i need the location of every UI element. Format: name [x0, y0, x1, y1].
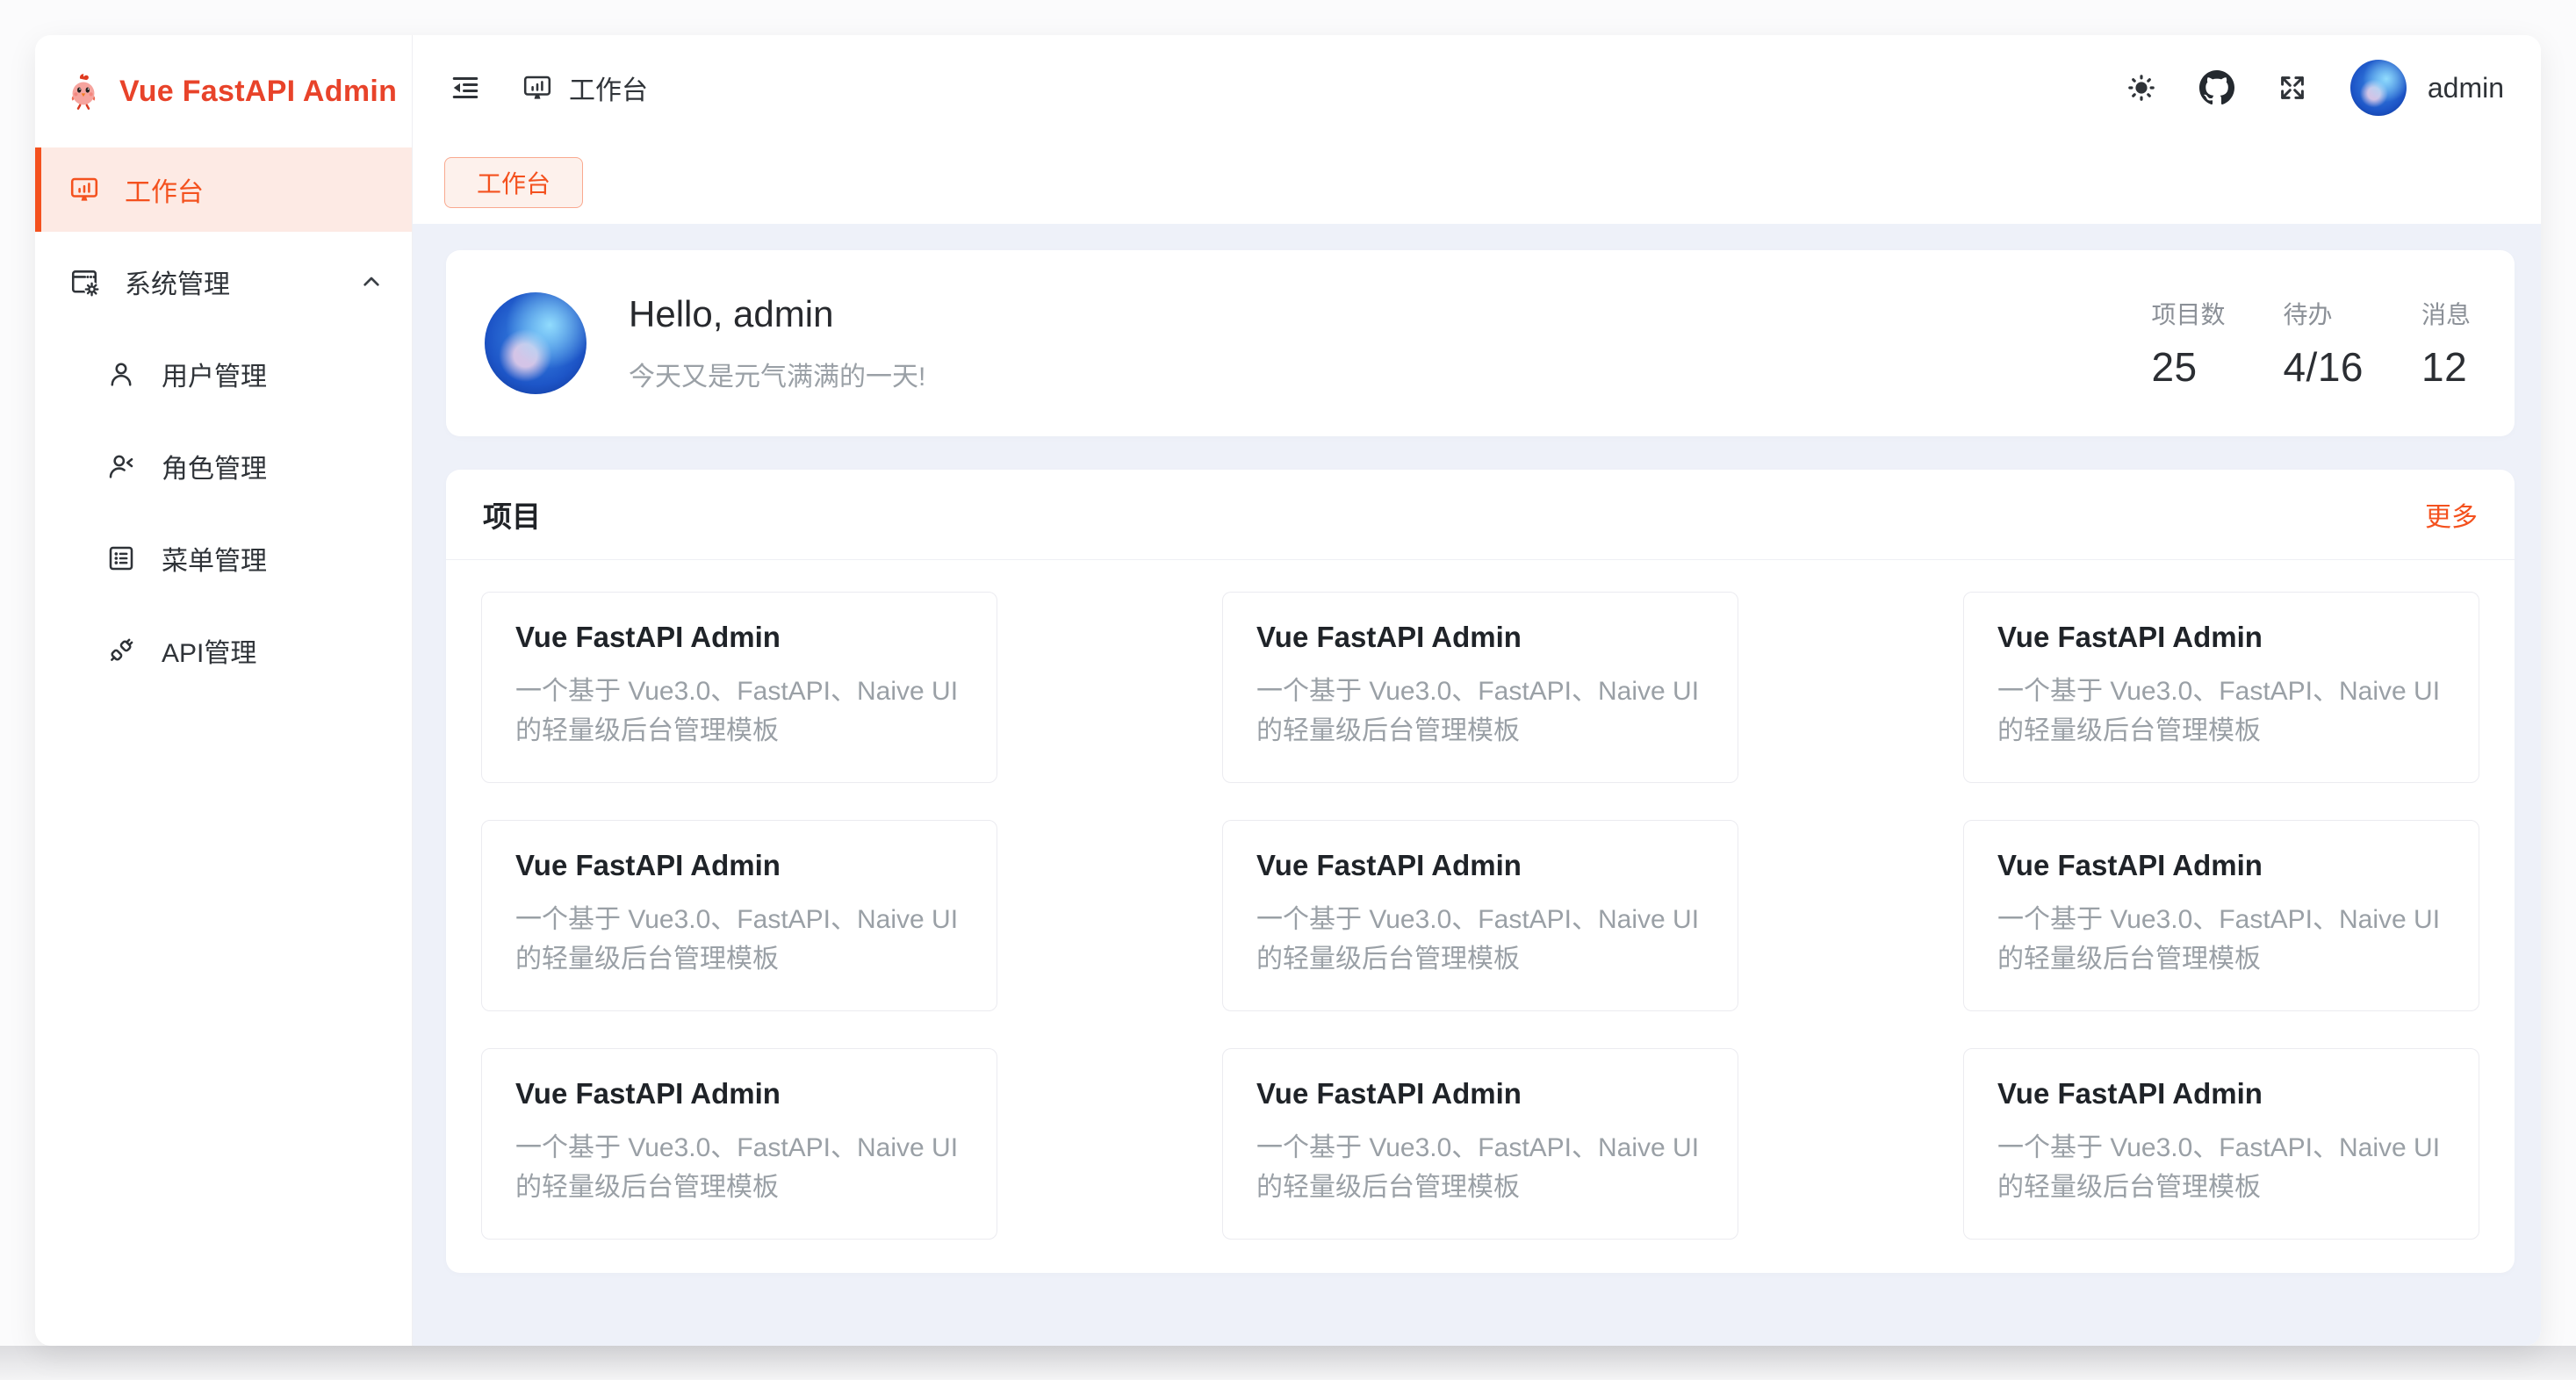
menu-list-icon	[105, 543, 137, 574]
projects-grid: Vue FastAPI Admin 一个基于 Vue3.0、FastAPI、Na…	[446, 560, 2515, 1271]
stat-label: 消息	[2421, 296, 2471, 331]
user-avatar[interactable]	[2350, 60, 2407, 116]
stat-messages: 消息 12	[2421, 296, 2471, 391]
system-settings-icon	[68, 266, 100, 298]
sidebar-collapse-button[interactable]	[450, 72, 481, 104]
breadcrumb-label: 工作台	[569, 68, 648, 107]
api-plug-icon	[105, 635, 137, 666]
sidebar-item-label: 菜单管理	[162, 539, 267, 578]
welcome-card: Hello, admin 今天又是元气满满的一天! 项目数 25 待办 4/16	[446, 250, 2515, 436]
content-area: Hello, admin 今天又是元气满满的一天! 项目数 25 待办 4/16	[413, 224, 2541, 1346]
sidebar-item-label: 角色管理	[162, 447, 267, 485]
project-title: Vue FastAPI Admin	[1997, 1077, 2445, 1110]
greeting-block: Hello, admin 今天又是元气满满的一天!	[629, 293, 925, 393]
more-link[interactable]: 更多	[2425, 495, 2478, 534]
chick-logo-icon	[63, 71, 104, 111]
project-description: 一个基于 Vue3.0、FastAPI、Naive UI 的轻量级后台管理模板	[515, 1128, 963, 1207]
app-logo[interactable]: Vue FastAPI Admin	[35, 35, 412, 147]
project-description: 一个基于 Vue3.0、FastAPI、Naive UI 的轻量级后台管理模板	[515, 672, 963, 751]
project-title: Vue FastAPI Admin	[515, 1077, 963, 1110]
project-card[interactable]: Vue FastAPI Admin 一个基于 Vue3.0、FastAPI、Na…	[1222, 1048, 1738, 1240]
project-description: 一个基于 Vue3.0、FastAPI、Naive UI 的轻量级后台管理模板	[1256, 672, 1704, 751]
github-icon	[2199, 70, 2234, 105]
project-card[interactable]: Vue FastAPI Admin 一个基于 Vue3.0、FastAPI、Na…	[481, 820, 997, 1011]
stat-todos: 待办 4/16	[2283, 296, 2364, 391]
projects-card: 项目 更多 Vue FastAPI Admin 一个基于 Vue3.0、Fast…	[446, 470, 2515, 1273]
sidebar-item-menus[interactable]: 菜单管理	[35, 516, 412, 600]
logo-title: Vue FastAPI Admin	[119, 75, 397, 109]
tag-workbench[interactable]: 工作台	[444, 157, 583, 208]
main-area: 工作台	[413, 35, 2541, 1346]
sidebar-item-label: 用户管理	[162, 355, 267, 393]
greeting-title: Hello, admin	[629, 293, 925, 335]
stat-label: 项目数	[2151, 296, 2225, 331]
menu-fold-icon	[450, 72, 481, 104]
username-label[interactable]: admin	[2428, 72, 2504, 104]
theme-toggle-button[interactable]	[2126, 72, 2157, 104]
app-window: Vue FastAPI Admin 工作台	[35, 35, 2541, 1346]
window-bottom-edge	[0, 1346, 2576, 1380]
screen: Vue FastAPI Admin 工作台	[0, 0, 2576, 1380]
github-link-button[interactable]	[2199, 70, 2234, 105]
project-description: 一个基于 Vue3.0、FastAPI、Naive UI 的轻量级后台管理模板	[1997, 672, 2445, 751]
project-description: 一个基于 Vue3.0、FastAPI、Naive UI 的轻量级后台管理模板	[515, 900, 963, 979]
sidebar-item-label: API管理	[162, 631, 256, 670]
stat-value: 12	[2421, 343, 2467, 391]
fullscreen-expand-icon	[2277, 72, 2308, 104]
project-description: 一个基于 Vue3.0、FastAPI、Naive UI 的轻量级后台管理模板	[1256, 900, 1704, 979]
project-card[interactable]: Vue FastAPI Admin 一个基于 Vue3.0、FastAPI、Na…	[481, 592, 997, 783]
project-title: Vue FastAPI Admin	[1256, 849, 1704, 882]
gear-glyph	[84, 282, 99, 297]
sidebar-item-workbench[interactable]: 工作台	[35, 147, 412, 232]
stats-row: 项目数 25 待办 4/16 消息 12	[2151, 296, 2471, 391]
stat-value: 4/16	[2283, 343, 2364, 391]
project-title: Vue FastAPI Admin	[1997, 621, 2445, 654]
role-icon	[105, 450, 137, 482]
project-title: Vue FastAPI Admin	[1256, 1077, 1704, 1110]
stat-label: 待办	[2283, 296, 2332, 331]
project-description: 一个基于 Vue3.0、FastAPI、Naive UI 的轻量级后台管理模板	[1256, 1128, 1704, 1207]
user-icon	[105, 358, 137, 390]
stat-value: 25	[2151, 343, 2197, 391]
sidebar-item-roles[interactable]: 角色管理	[35, 424, 412, 508]
project-title: Vue FastAPI Admin	[515, 621, 963, 654]
project-title: Vue FastAPI Admin	[515, 849, 963, 882]
project-description: 一个基于 Vue3.0、FastAPI、Naive UI 的轻量级后台管理模板	[1997, 900, 2445, 979]
greeting-message: 今天又是元气满满的一天!	[629, 355, 925, 393]
sidebar-item-label: 工作台	[125, 170, 204, 209]
header-actions: admin	[2126, 60, 2504, 116]
chevron-up-icon	[357, 268, 385, 296]
project-title: Vue FastAPI Admin	[1997, 849, 2445, 882]
fullscreen-button[interactable]	[2277, 72, 2308, 104]
sidebar-menu: 工作台 系统管	[35, 147, 412, 701]
sidebar-item-label: 系统管理	[125, 262, 230, 301]
sidebar-item-users[interactable]: 用户管理	[35, 332, 412, 416]
project-description: 一个基于 Vue3.0、FastAPI、Naive UI 的轻量级后台管理模板	[1997, 1128, 2445, 1207]
welcome-avatar	[485, 292, 586, 394]
project-card[interactable]: Vue FastAPI Admin 一个基于 Vue3.0、FastAPI、Na…	[1963, 592, 2479, 783]
projects-header: 项目 更多	[446, 470, 2515, 559]
project-card[interactable]: Vue FastAPI Admin 一个基于 Vue3.0、FastAPI、Na…	[1963, 820, 2479, 1011]
project-card[interactable]: Vue FastAPI Admin 一个基于 Vue3.0、FastAPI、Na…	[481, 1048, 997, 1240]
sidebar-item-system[interactable]: 系统管理	[35, 240, 412, 324]
project-title: Vue FastAPI Admin	[1256, 621, 1704, 654]
sidebar-item-api[interactable]: API管理	[35, 608, 412, 693]
sun-icon	[2126, 72, 2157, 104]
project-card[interactable]: Vue FastAPI Admin 一个基于 Vue3.0、FastAPI、Na…	[1222, 592, 1738, 783]
header: 工作台	[413, 35, 2541, 140]
tags-bar: 工作台	[413, 140, 2541, 224]
stat-projects: 项目数 25	[2151, 296, 2225, 391]
breadcrumb: 工作台	[522, 68, 648, 107]
projects-title: 项目	[483, 493, 541, 535]
project-card[interactable]: Vue FastAPI Admin 一个基于 Vue3.0、FastAPI、Na…	[1222, 820, 1738, 1011]
sidebar: Vue FastAPI Admin 工作台	[35, 35, 413, 1346]
tag-label: 工作台	[477, 165, 550, 200]
project-card[interactable]: Vue FastAPI Admin 一个基于 Vue3.0、FastAPI、Na…	[1963, 1048, 2479, 1240]
workbench-icon	[68, 174, 100, 205]
workbench-icon	[522, 72, 553, 104]
